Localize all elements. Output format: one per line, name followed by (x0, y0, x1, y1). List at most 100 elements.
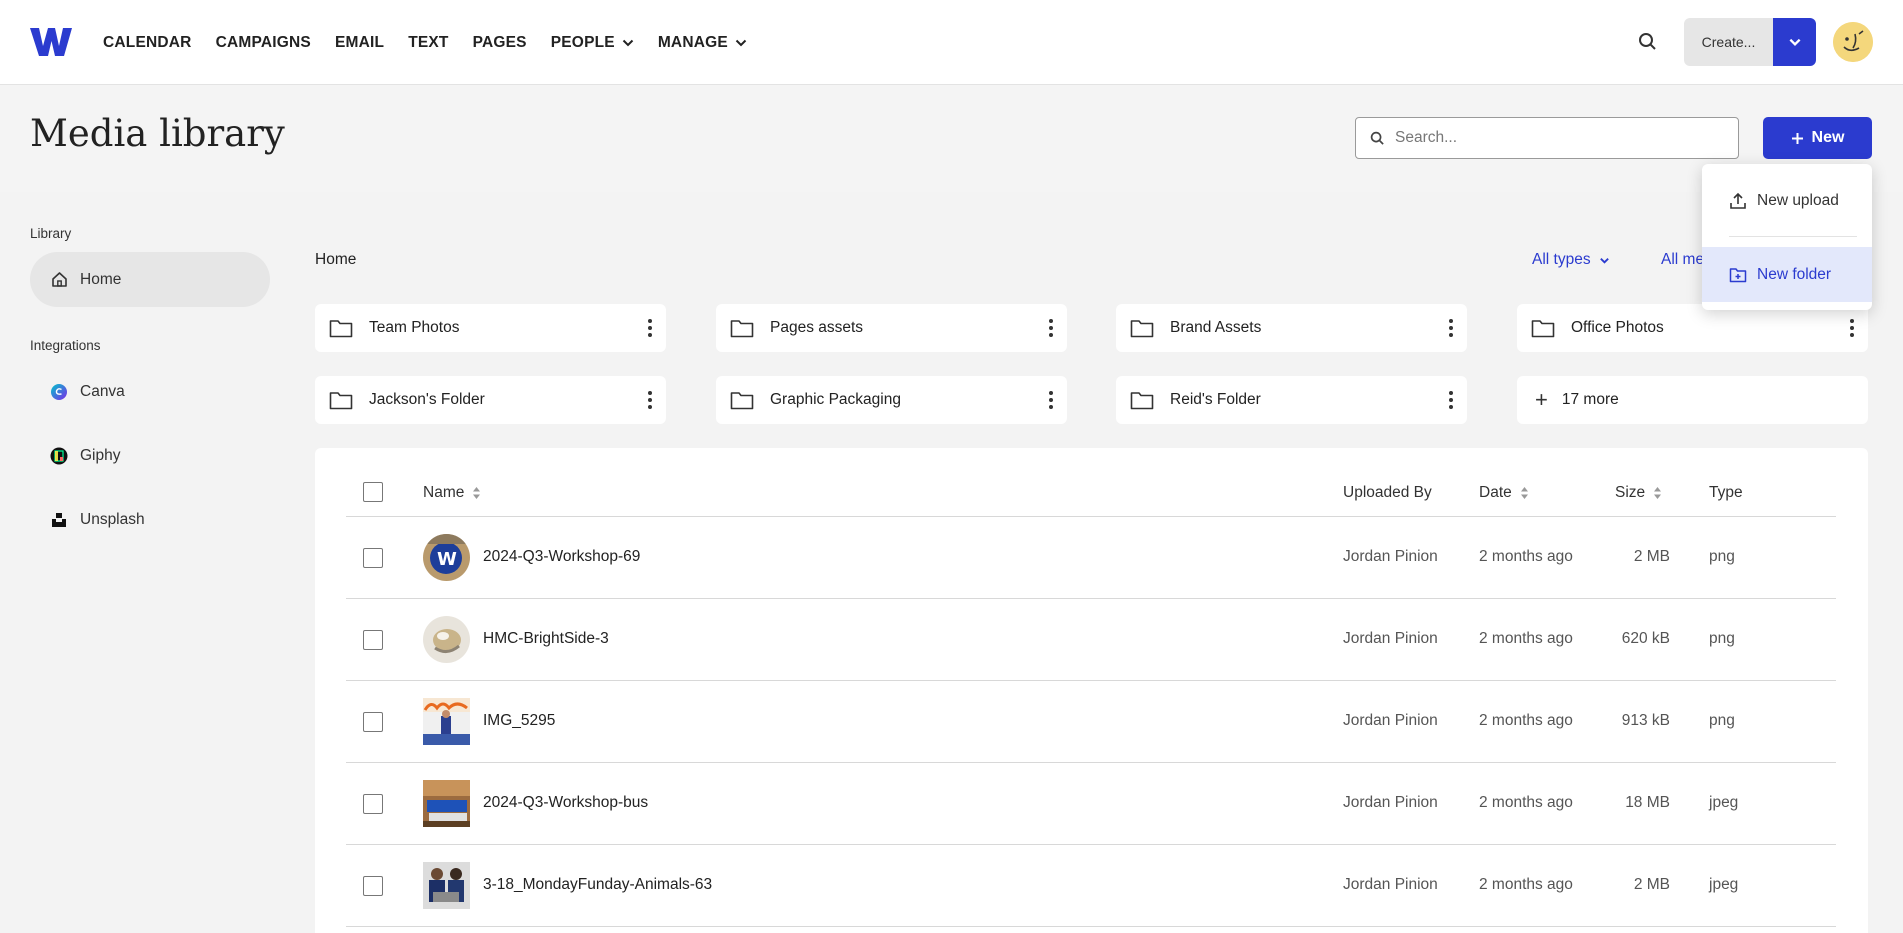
file-date: 2 months ago (1479, 794, 1573, 811)
row-checkbox[interactable] (363, 876, 383, 896)
sidebar-item-unsplash[interactable]: Unsplash (30, 492, 270, 547)
header-divider (346, 516, 1836, 517)
sidebar-item-label: Canva (80, 382, 125, 400)
nav-manage-label: MANAGE (657, 33, 728, 51)
file-thumbnail (423, 698, 470, 745)
folder-card[interactable]: Jackson's Folder (315, 376, 666, 424)
folder-name: Jackson's Folder (369, 391, 485, 408)
search-icon (1370, 131, 1384, 145)
column-header-date[interactable]: Date (1479, 484, 1529, 502)
folder-card[interactable]: Brand Assets (1116, 304, 1467, 352)
file-size: 2 MB (1633, 876, 1670, 893)
avatar[interactable] (1833, 22, 1873, 62)
more-options-icon[interactable] (1045, 388, 1057, 412)
nav-pages[interactable]: PAGES (473, 34, 527, 52)
uploaded-by: Jordan Pinion (1343, 712, 1438, 729)
folder-card[interactable]: Graphic Packaging (716, 376, 1067, 424)
file-thumbnail: W (423, 534, 470, 581)
sidebar-item-canva[interactable]: Canva (30, 364, 270, 419)
nav-calendar[interactable]: CALENDAR (103, 34, 192, 52)
row-divider (346, 762, 1836, 763)
nav-email[interactable]: EMAIL (335, 34, 384, 52)
file-type: jpeg (1709, 876, 1739, 893)
more-options-icon[interactable] (1445, 316, 1457, 340)
file-date: 2 months ago (1479, 630, 1573, 647)
create-dropdown-button[interactable] (1773, 18, 1816, 66)
sidebar-library-heading: Library (30, 226, 72, 241)
folder-card[interactable]: Office Photos (1517, 304, 1868, 352)
file-name[interactable]: 3-18_MondayFunday-Animals-63 (483, 876, 712, 894)
more-options-icon[interactable] (1045, 316, 1057, 340)
avatar-face-icon (1833, 22, 1873, 62)
nav-text[interactable]: TEXT (408, 34, 448, 52)
more-options-icon[interactable] (644, 388, 656, 412)
unsplash-icon (50, 511, 68, 529)
filter-label: All types (1532, 251, 1591, 268)
more-folders-button[interactable]: + 17 more (1517, 376, 1868, 424)
search-icon[interactable] (1637, 31, 1659, 53)
file-size: 18 MB (1625, 794, 1670, 811)
top-navigation: CALENDAR CAMPAIGNS EMAIL TEXT PAGES PEOP… (0, 0, 1903, 85)
home-icon (50, 271, 68, 289)
column-label: Size (1615, 484, 1646, 501)
brand-logo-icon[interactable] (30, 26, 72, 58)
file-size: 2 MB (1633, 548, 1670, 565)
filter-all-types[interactable]: All types (1532, 251, 1610, 269)
sort-icon (1654, 487, 1662, 499)
folder-icon (1130, 320, 1154, 338)
row-checkbox[interactable] (363, 630, 383, 650)
filter-all-media[interactable]: All me (1661, 251, 1704, 269)
menu-item-label: New folder (1757, 265, 1832, 283)
new-button[interactable]: New (1763, 117, 1872, 159)
row-divider (346, 926, 1836, 927)
file-name[interactable]: HMC-BrightSide-3 (483, 630, 609, 648)
new-menu: New upload New folder (1702, 164, 1872, 310)
file-thumbnail (423, 616, 470, 663)
more-options-icon[interactable] (1445, 388, 1457, 412)
folder-icon (730, 320, 754, 338)
file-name[interactable]: IMG_5295 (483, 712, 555, 730)
sidebar-item-label: Giphy (80, 446, 121, 464)
select-all-checkbox[interactable] (363, 482, 383, 502)
more-options-icon[interactable] (644, 316, 656, 340)
folder-card[interactable]: Pages assets (716, 304, 1067, 352)
menu-item-new-upload[interactable]: New upload (1702, 173, 1872, 228)
more-folders-label: 17 more (1561, 391, 1619, 408)
chevron-down-icon (735, 39, 747, 46)
create-button[interactable]: Create... (1684, 18, 1773, 66)
folder-icon (329, 320, 353, 338)
sidebar-item-giphy[interactable]: Giphy (30, 428, 270, 483)
column-header-name[interactable]: Name (423, 484, 481, 502)
file-name[interactable]: 2024-Q3-Workshop-bus (483, 794, 648, 812)
folder-card[interactable]: Team Photos (315, 304, 666, 352)
more-options-icon[interactable] (1846, 316, 1858, 340)
file-type: png (1709, 548, 1735, 565)
media-search-box[interactable] (1355, 117, 1739, 159)
sidebar-item-home[interactable]: Home (30, 252, 270, 307)
folder-icon (329, 392, 353, 410)
sort-icon (1520, 487, 1528, 499)
image-thumbnail-icon: W (423, 534, 470, 581)
breadcrumb[interactable]: Home (315, 251, 356, 269)
row-checkbox[interactable] (363, 712, 383, 732)
file-name[interactable]: 2024-Q3-Workshop-69 (483, 548, 640, 566)
folder-card[interactable]: Reid's Folder (1116, 376, 1467, 424)
nav-campaigns[interactable]: CAMPAIGNS (216, 34, 311, 52)
plus-icon: + (1535, 387, 1548, 412)
file-date: 2 months ago (1479, 712, 1573, 729)
chevron-down-icon (1789, 38, 1800, 46)
sidebar-item-label: Home (80, 270, 122, 288)
nav-manage[interactable]: MANAGE (658, 34, 747, 52)
column-header-size[interactable]: Size (1615, 484, 1662, 502)
giphy-icon (50, 447, 68, 465)
menu-item-label: New upload (1757, 191, 1839, 209)
row-divider (346, 844, 1836, 845)
search-input[interactable] (1395, 129, 1715, 147)
nav-people[interactable]: PEOPLE (551, 34, 634, 52)
menu-item-new-folder[interactable]: New folder (1702, 247, 1872, 302)
row-checkbox[interactable] (363, 548, 383, 568)
file-type: jpeg (1709, 794, 1739, 811)
row-checkbox[interactable] (363, 794, 383, 814)
page-title: Media library (30, 112, 285, 155)
folder-icon (1130, 392, 1154, 410)
